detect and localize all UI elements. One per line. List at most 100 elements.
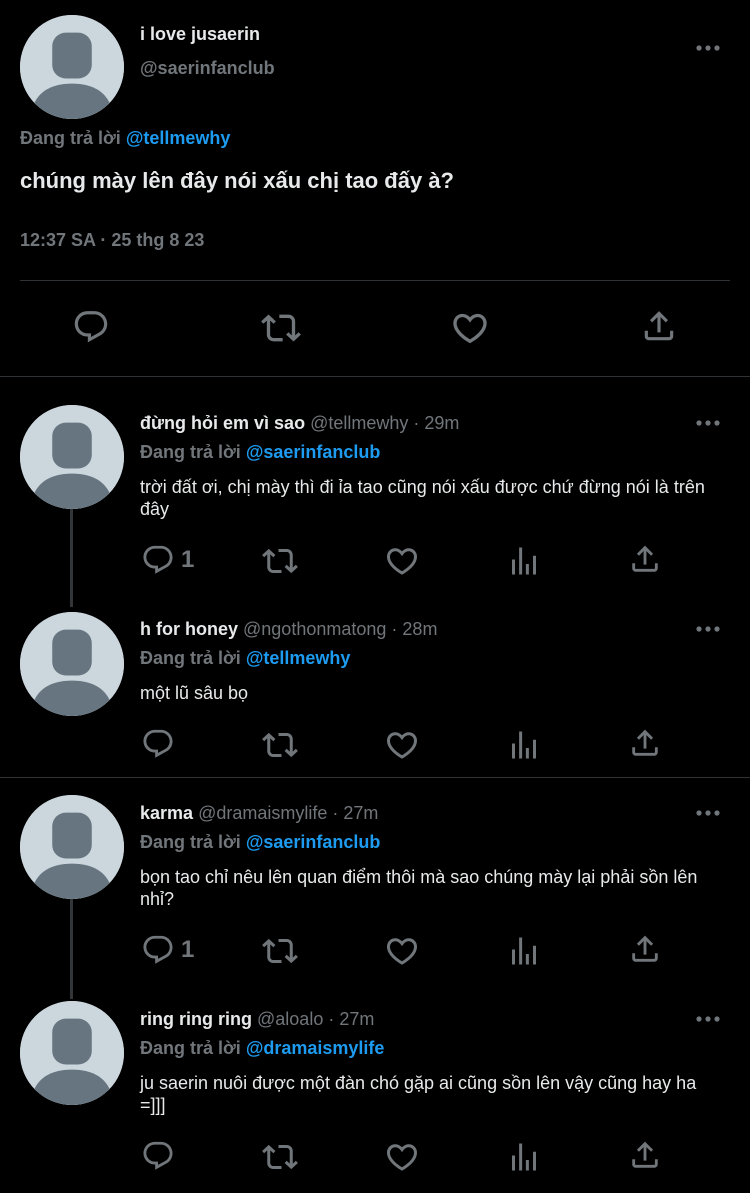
reply-icon bbox=[141, 1139, 175, 1173]
reply-button[interactable]: 1 bbox=[141, 933, 194, 967]
replying-to-mention[interactable]: @saerinfanclub bbox=[246, 442, 381, 462]
more-icon bbox=[695, 625, 721, 633]
tweet-text: chúng mày lên đây nói xấu chị tao đấy à? bbox=[20, 168, 454, 193]
share-icon bbox=[628, 1138, 662, 1172]
replying-prefix: Đang trả lời bbox=[140, 1038, 241, 1058]
reply-handle[interactable]: @ngothonmatong bbox=[243, 619, 386, 639]
reply-display-name[interactable]: h for honey bbox=[140, 619, 238, 639]
replying-prefix: Đang trả lời bbox=[140, 648, 241, 668]
retweet-icon bbox=[262, 543, 298, 579]
more-icon bbox=[695, 419, 721, 427]
like-button[interactable] bbox=[450, 308, 490, 348]
avatar[interactable] bbox=[20, 405, 124, 509]
avatar[interactable] bbox=[20, 15, 124, 119]
reply-text: bọn tao chỉ nêu lên quan điểm thôi mà sa… bbox=[140, 867, 698, 909]
share-button[interactable] bbox=[628, 542, 662, 576]
retweet-icon bbox=[262, 1139, 298, 1175]
more-icon bbox=[695, 44, 721, 52]
reply-time[interactable]: · 28m bbox=[391, 619, 437, 639]
reply-time[interactable]: · 27m bbox=[332, 803, 378, 823]
retweet-button[interactable] bbox=[262, 727, 298, 763]
divider bbox=[0, 376, 750, 377]
reply-button[interactable] bbox=[141, 1139, 175, 1173]
retweet-button[interactable] bbox=[262, 1139, 298, 1175]
retweet-icon bbox=[261, 308, 301, 348]
retweet-icon bbox=[262, 727, 298, 763]
reply-header: h for honey @ngothonmatong · 28m bbox=[140, 619, 437, 640]
reply-icon bbox=[141, 543, 175, 577]
avatar[interactable] bbox=[20, 612, 124, 716]
more-options-button[interactable] bbox=[694, 1009, 722, 1029]
share-icon bbox=[640, 307, 678, 345]
replying-to-mention[interactable]: @tellmewhy bbox=[126, 128, 231, 148]
share-button[interactable] bbox=[628, 726, 662, 760]
views-icon bbox=[506, 543, 542, 579]
reply-icon bbox=[72, 308, 110, 346]
retweet-button[interactable] bbox=[261, 308, 301, 348]
more-options-button[interactable] bbox=[694, 619, 722, 639]
more-options-button[interactable] bbox=[694, 38, 722, 58]
reply-handle[interactable]: @dramaismylife bbox=[198, 803, 327, 823]
more-icon bbox=[695, 1015, 721, 1023]
thread-line bbox=[70, 895, 73, 999]
avatar-placeholder-icon bbox=[20, 15, 124, 119]
reply-button[interactable]: 1 bbox=[141, 543, 194, 577]
replying-to-line: Đang trả lời @saerinfanclub bbox=[140, 442, 380, 463]
main-handle[interactable]: @saerinfanclub bbox=[140, 58, 275, 79]
like-button[interactable] bbox=[384, 727, 420, 763]
views-button[interactable] bbox=[506, 543, 542, 579]
retweet-button[interactable] bbox=[262, 543, 298, 579]
views-icon bbox=[506, 933, 542, 969]
reply-handle[interactable]: @aloalo bbox=[257, 1009, 323, 1029]
divider bbox=[20, 280, 730, 281]
reply-text: ju saerin nuôi được một đàn chó gặp ai c… bbox=[140, 1073, 697, 1115]
replying-to-line: Đang trả lời @saerinfanclub bbox=[140, 832, 380, 853]
replying-to-line: Đang trả lời @tellmewhy bbox=[20, 128, 230, 149]
reply-time[interactable]: · 29m bbox=[413, 413, 459, 433]
avatar[interactable] bbox=[20, 1001, 124, 1105]
reply-display-name[interactable]: đừng hỏi em vì sao bbox=[140, 413, 305, 433]
share-icon bbox=[628, 932, 662, 966]
like-button[interactable] bbox=[384, 1139, 420, 1175]
like-icon bbox=[384, 933, 420, 969]
share-button[interactable] bbox=[628, 1138, 662, 1172]
share-icon bbox=[628, 542, 662, 576]
views-button[interactable] bbox=[506, 727, 542, 763]
thread-line bbox=[70, 505, 73, 607]
avatar-placeholder-icon bbox=[20, 795, 124, 899]
views-button[interactable] bbox=[506, 1139, 542, 1175]
replying-to-mention[interactable]: @dramaismylife bbox=[246, 1038, 385, 1058]
share-icon bbox=[628, 726, 662, 760]
replying-prefix: Đang trả lời bbox=[140, 442, 241, 462]
more-icon bbox=[695, 809, 721, 817]
like-icon bbox=[384, 543, 420, 579]
more-options-button[interactable] bbox=[694, 803, 722, 823]
avatar-placeholder-icon bbox=[20, 612, 124, 716]
reply-display-name[interactable]: ring ring ring bbox=[140, 1009, 252, 1029]
reply-header: ring ring ring @aloalo · 27m bbox=[140, 1009, 374, 1030]
reply-header: đừng hỏi em vì sao @tellmewhy · 29m bbox=[140, 413, 459, 434]
like-button[interactable] bbox=[384, 543, 420, 579]
more-options-button[interactable] bbox=[694, 413, 722, 433]
retweet-button[interactable] bbox=[262, 933, 298, 969]
reply-handle[interactable]: @tellmewhy bbox=[310, 413, 408, 433]
replying-prefix: Đang trả lời bbox=[140, 832, 241, 852]
tweet-timestamp[interactable]: 12:37 SA · 25 thg 8 23 bbox=[20, 230, 204, 251]
reply-time[interactable]: · 27m bbox=[328, 1009, 374, 1029]
reply-display-name[interactable]: karma bbox=[140, 803, 193, 823]
avatar[interactable] bbox=[20, 795, 124, 899]
reply-button[interactable] bbox=[141, 727, 175, 761]
replying-to-mention[interactable]: @tellmewhy bbox=[246, 648, 351, 668]
reply-button[interactable] bbox=[72, 308, 110, 346]
share-button[interactable] bbox=[628, 932, 662, 966]
like-icon bbox=[384, 727, 420, 763]
replying-to-mention[interactable]: @saerinfanclub bbox=[246, 832, 381, 852]
divider bbox=[0, 777, 750, 778]
retweet-icon bbox=[262, 933, 298, 969]
main-display-name[interactable]: i love jusaerin bbox=[140, 24, 260, 45]
reply-icon bbox=[141, 727, 175, 761]
views-button[interactable] bbox=[506, 933, 542, 969]
replying-to-line: Đang trả lời @dramaismylife bbox=[140, 1038, 384, 1059]
like-button[interactable] bbox=[384, 933, 420, 969]
share-button[interactable] bbox=[640, 307, 678, 345]
